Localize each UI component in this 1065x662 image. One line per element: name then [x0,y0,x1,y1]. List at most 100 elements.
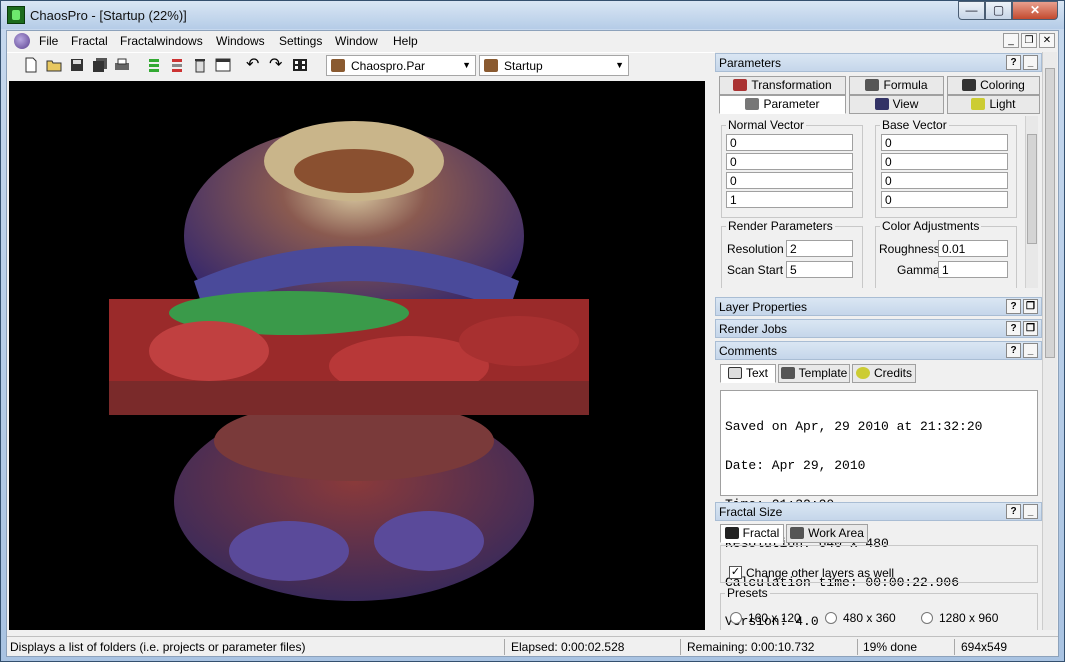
app-icon[interactable] [7,6,25,24]
status-bar: Displays a list of folders (i.e. project… [7,636,1058,656]
status-progress: 19% done [863,640,918,654]
window-title: ChaosPro - [Startup (22%)] [30,8,187,23]
close-button[interactable]: ✕ [1012,1,1058,20]
tab-work-area[interactable]: Work Area [786,524,868,543]
startup-dropdown[interactable]: Startup ▼ [479,55,629,76]
comments-text-area[interactable]: Saved on Apr, 29 2010 at 21:32:20 Date: … [720,390,1038,628]
trash-icon[interactable] [192,57,208,73]
save-icon[interactable] [69,57,85,73]
print-icon[interactable] [114,57,130,73]
coloring-icon [962,79,977,91]
preset-radio-160[interactable] [730,612,742,624]
base-vector-y-field[interactable]: 0 [881,153,1008,170]
text-icon [727,367,742,379]
client-area: File Fractal Fractalwindows Windows Sett… [6,30,1059,657]
menu-fractalwindows[interactable]: Fractalwindows [120,34,203,48]
collapse-button[interactable]: _ [1023,55,1038,70]
maximize-button[interactable]: ▢ [985,1,1012,20]
comments-header[interactable]: Comments ? _ [715,341,1042,360]
menu-fractal[interactable]: Fractal [71,34,108,48]
tab-fractal[interactable]: Fractal [720,524,784,543]
layer-stack-red-icon[interactable] [169,57,185,73]
change-layers-label: Change other layers as well [746,566,895,580]
base-vector-z-field[interactable]: 0 [881,172,1008,189]
restore-panel-button[interactable]: ❐ [1023,321,1038,336]
help-button[interactable]: ? [1006,55,1021,70]
roughness-field[interactable]: 0.01 [938,240,1008,257]
film-icon[interactable] [292,57,308,73]
normal-vector-w-field[interactable]: 1 [726,191,853,208]
save-all-icon[interactable] [92,57,108,73]
menu-settings[interactable]: Settings [279,34,322,48]
help-button[interactable]: ? [1006,299,1021,314]
document-menu-icon[interactable] [14,33,30,49]
new-file-icon[interactable] [23,57,39,73]
minimize-button[interactable]: — [958,1,985,20]
base-vector-w-field[interactable]: 0 [881,191,1008,208]
gamma-field[interactable]: 1 [938,261,1008,278]
help-button[interactable]: ? [1006,321,1021,336]
redo-icon[interactable]: ↷ [269,57,285,73]
chevron-down-icon: ▼ [615,60,624,70]
base-vector-x-field[interactable]: 0 [881,134,1008,151]
scrollbar-thumb[interactable] [1027,134,1037,244]
status-remaining: Remaining: 0:00:10.732 [687,640,815,654]
app-window: ChaosPro - [Startup (22%)] — ▢ ✕ File Fr… [0,0,1065,662]
status-size: 694x549 [961,640,1008,654]
preset-label: 480 x 360 [843,611,896,625]
preset-radio-1280[interactable] [921,612,933,624]
tab-view[interactable]: View [849,95,944,114]
tab-transformation[interactable]: Transformation [719,76,846,95]
formula-icon [865,79,880,91]
normal-vector-z-field[interactable]: 0 [726,172,853,189]
status-message: Displays a list of folders (i.e. project… [10,640,306,654]
tab-parameter[interactable]: Parameter [719,95,846,114]
view-icon [874,98,889,110]
resolution-field[interactable]: 2 [786,240,853,257]
menu-windows[interactable]: Windows [216,34,265,48]
fractal-canvas[interactable] [9,81,705,630]
normal-vector-y-field[interactable]: 0 [726,153,853,170]
scan-start-field[interactable]: 5 [786,261,853,278]
status-elapsed: Elapsed: 0:00:02.528 [511,640,625,654]
window-layout-icon[interactable] [215,57,231,73]
menu-window[interactable]: Window [335,34,378,48]
scrollbar-thumb[interactable] [1045,68,1055,358]
status-divider [504,639,505,655]
tab-coloring[interactable]: Coloring [947,76,1040,95]
tab-text[interactable]: Text [720,364,776,383]
light-icon [971,98,986,110]
render-jobs-header[interactable]: Render Jobs ? ❐ [715,319,1042,338]
undo-icon[interactable]: ↶ [246,57,262,73]
right-panel-scrollbar[interactable] [1042,52,1057,630]
transformation-icon [733,79,748,91]
startup-icon [484,59,498,72]
tab-template[interactable]: Template [778,364,850,383]
change-layers-checkbox[interactable]: ✓ [729,566,742,579]
parameter-file-icon [331,59,345,72]
status-divider [954,639,955,655]
mdi-minimize-button[interactable]: _ [1003,33,1019,48]
menu-file[interactable]: File [39,34,58,48]
preset-radio-480[interactable] [825,612,837,624]
parameters-header: Parameters ? _ [715,53,1042,72]
fractal-size-header[interactable]: Fractal Size ? _ [715,502,1042,521]
layer-properties-header[interactable]: Layer Properties ? ❐ [715,297,1042,316]
help-button[interactable]: ? [1006,343,1021,358]
collapse-button[interactable]: _ [1023,343,1038,358]
mdi-restore-button[interactable]: ❐ [1021,33,1037,48]
parameter-file-dropdown[interactable]: Chaospro.Par ▼ [326,55,476,76]
menu-help[interactable]: Help [393,34,418,48]
tab-formula[interactable]: Formula [849,76,944,95]
collapse-button[interactable]: _ [1023,504,1038,519]
help-button[interactable]: ? [1006,504,1021,519]
mdi-close-button[interactable]: ✕ [1039,33,1055,48]
menu-bar: File Fractal Fractalwindows Windows Sett… [7,31,1058,51]
layer-stack-green-icon[interactable] [146,57,162,73]
tab-credits[interactable]: Credits [852,364,916,383]
restore-panel-button[interactable]: ❐ [1023,299,1038,314]
tab-light[interactable]: Light [947,95,1040,114]
open-folder-icon[interactable] [46,57,62,73]
normal-vector-x-field[interactable]: 0 [726,134,853,151]
parameters-scrollbar[interactable] [1025,116,1038,288]
